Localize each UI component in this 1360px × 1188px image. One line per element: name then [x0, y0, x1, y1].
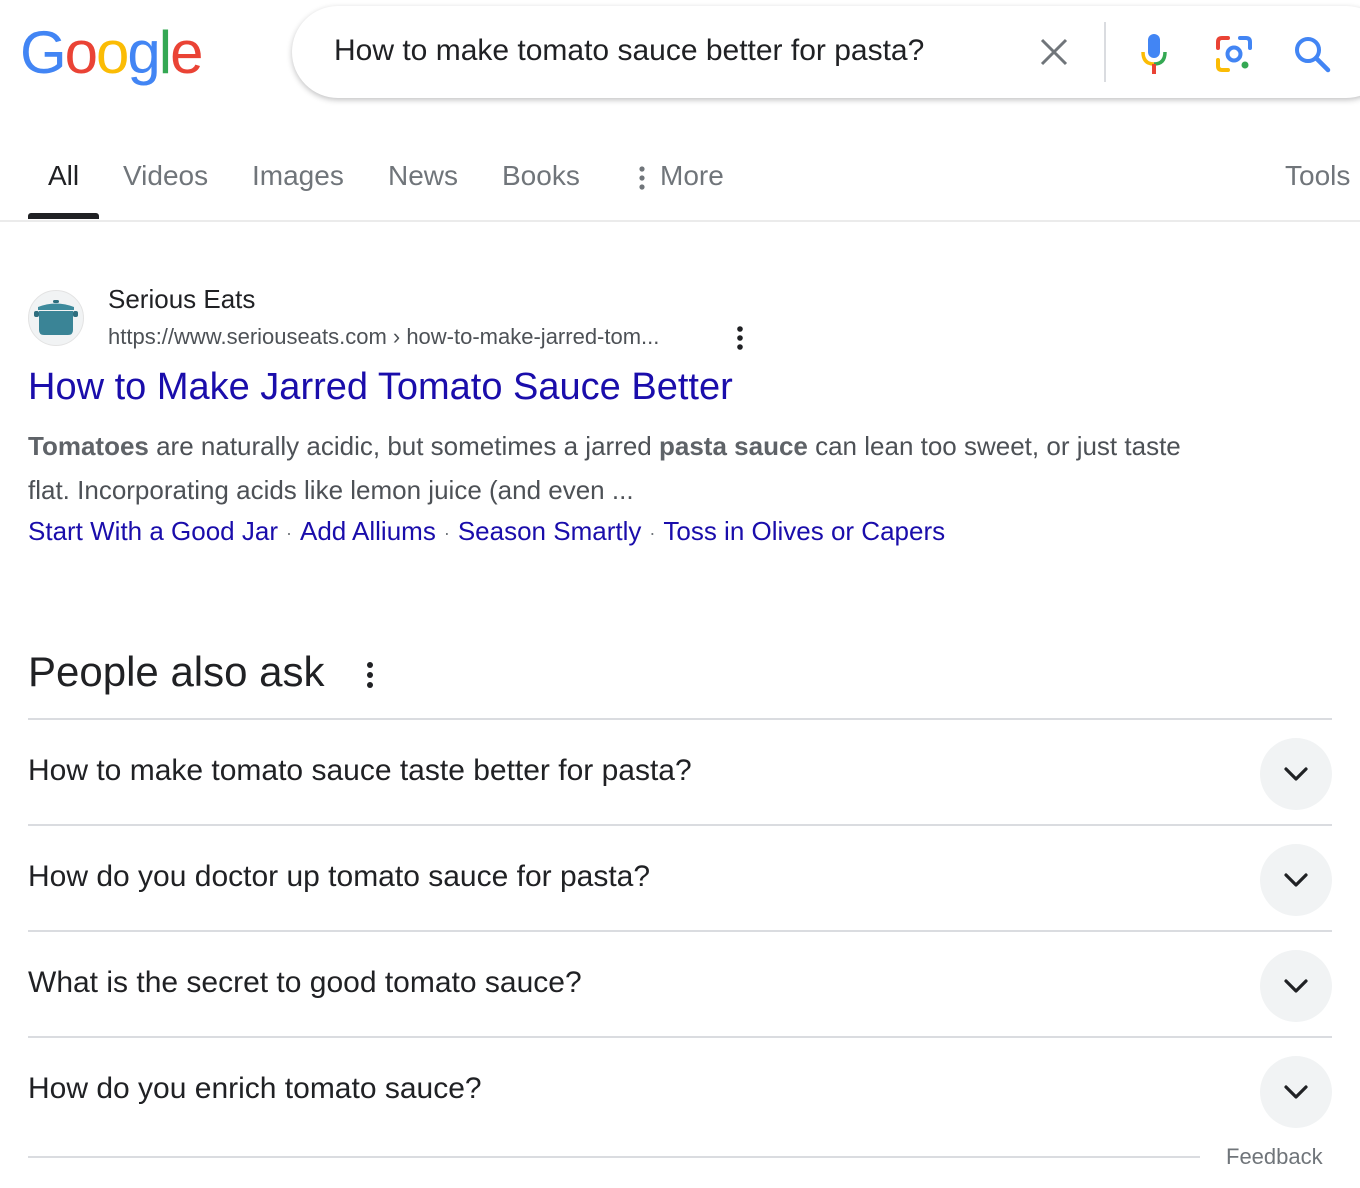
search-icon: [1295, 37, 1331, 73]
expand-button[interactable]: [1260, 950, 1332, 1022]
sitelink-separator: ·: [443, 522, 450, 543]
paa-question-row[interactable]: How to make tomato sauce taste better fo…: [28, 718, 1332, 824]
logo-letter: o: [96, 19, 129, 86]
paa-question-row[interactable]: How do you enrich tomato sauce?: [28, 1036, 1332, 1142]
lens-search-button[interactable]: [1212, 32, 1256, 76]
logo-letter: e: [170, 19, 203, 86]
active-tab-indicator: [28, 213, 99, 219]
chevron-down-icon: [1284, 979, 1308, 993]
snippet-bold-term: Tomatoes: [28, 431, 149, 461]
tab-videos[interactable]: Videos: [123, 160, 208, 192]
site-favicon[interactable]: [28, 290, 84, 346]
snippet-text: are naturally acidic, but sometimes a ja…: [148, 431, 659, 461]
google-logo[interactable]: Google: [20, 18, 204, 88]
expand-button[interactable]: [1260, 844, 1332, 916]
paa-question-row[interactable]: How do you doctor up tomato sauce for pa…: [28, 824, 1332, 930]
tab-all[interactable]: All: [48, 160, 79, 192]
search-divider: [1104, 22, 1106, 82]
microphone-icon: [1141, 34, 1167, 74]
expand-button[interactable]: [1260, 738, 1332, 810]
chevron-down-icon: [1284, 1085, 1308, 1099]
paa-question: How to make tomato sauce taste better fo…: [28, 754, 692, 787]
pot-icon: [34, 300, 78, 335]
logo-letter: l: [158, 19, 172, 86]
result-snippet: Tomatoes are naturally acidic, but somet…: [28, 424, 1228, 512]
paa-question: How do you enrich tomato sauce?: [28, 1072, 482, 1105]
people-also-ask-heading: People also ask: [28, 648, 325, 695]
search-input[interactable]: How to make tomato sauce better for past…: [334, 34, 924, 68]
tools-button[interactable]: Tools: [1285, 160, 1350, 192]
tab-more-label: More: [660, 160, 724, 191]
paa-bottom-divider: [28, 1156, 1200, 1158]
sitelink[interactable]: Add Alliums: [300, 516, 436, 546]
close-icon: [1040, 38, 1068, 66]
snippet-bold-term: pasta sauce: [659, 431, 808, 461]
paa-question-row[interactable]: What is the secret to good tomato sauce?: [28, 930, 1332, 1036]
sitelink-separator: ·: [285, 522, 292, 543]
paa-question: How do you doctor up tomato sauce for pa…: [28, 860, 651, 893]
voice-search-button[interactable]: [1134, 30, 1174, 78]
tab-images[interactable]: Images: [252, 160, 344, 192]
more-vert-icon: [367, 662, 373, 688]
feedback-link[interactable]: Feedback: [1226, 1144, 1323, 1170]
chevron-down-icon: [1284, 873, 1308, 887]
more-vert-icon: [737, 326, 743, 350]
search-box[interactable]: How to make tomato sauce better for past…: [292, 6, 1360, 98]
chevron-down-icon: [1284, 767, 1308, 781]
more-vert-icon: [639, 166, 645, 190]
clear-button[interactable]: [1034, 32, 1074, 72]
sitelink[interactable]: Toss in Olives or Capers: [663, 516, 945, 546]
sitelink[interactable]: Season Smartly: [458, 516, 642, 546]
logo-letter: g: [127, 19, 160, 86]
result-url[interactable]: https://www.seriouseats.com › how-to-mak…: [108, 324, 659, 350]
people-also-ask-list: How to make tomato sauce taste better fo…: [28, 718, 1332, 1142]
search-tabs: All Videos Images News Books More Tools: [0, 150, 1360, 222]
result-sitelinks: Start With a Good Jar · Add Alliums · Season…: [28, 516, 945, 547]
result-site-name[interactable]: Serious Eats: [108, 284, 255, 315]
sitelink[interactable]: Start With a Good Jar: [28, 516, 278, 546]
tab-books[interactable]: Books: [502, 160, 580, 192]
expand-button[interactable]: [1260, 1056, 1332, 1128]
logo-letter: G: [20, 19, 67, 86]
result-options-button[interactable]: [728, 322, 752, 354]
camera-lens-icon: [1216, 36, 1252, 72]
people-also-ask-options-button[interactable]: [358, 658, 382, 692]
tab-news[interactable]: News: [388, 160, 458, 192]
logo-letter: o: [64, 19, 98, 86]
result-title-link[interactable]: How to Make Jarred Tomato Sauce Better: [28, 366, 733, 409]
tab-more[interactable]: More: [636, 160, 724, 192]
sitelink-separator: ·: [649, 522, 656, 543]
search-button[interactable]: [1290, 32, 1334, 76]
paa-question: What is the secret to good tomato sauce?: [28, 966, 582, 999]
